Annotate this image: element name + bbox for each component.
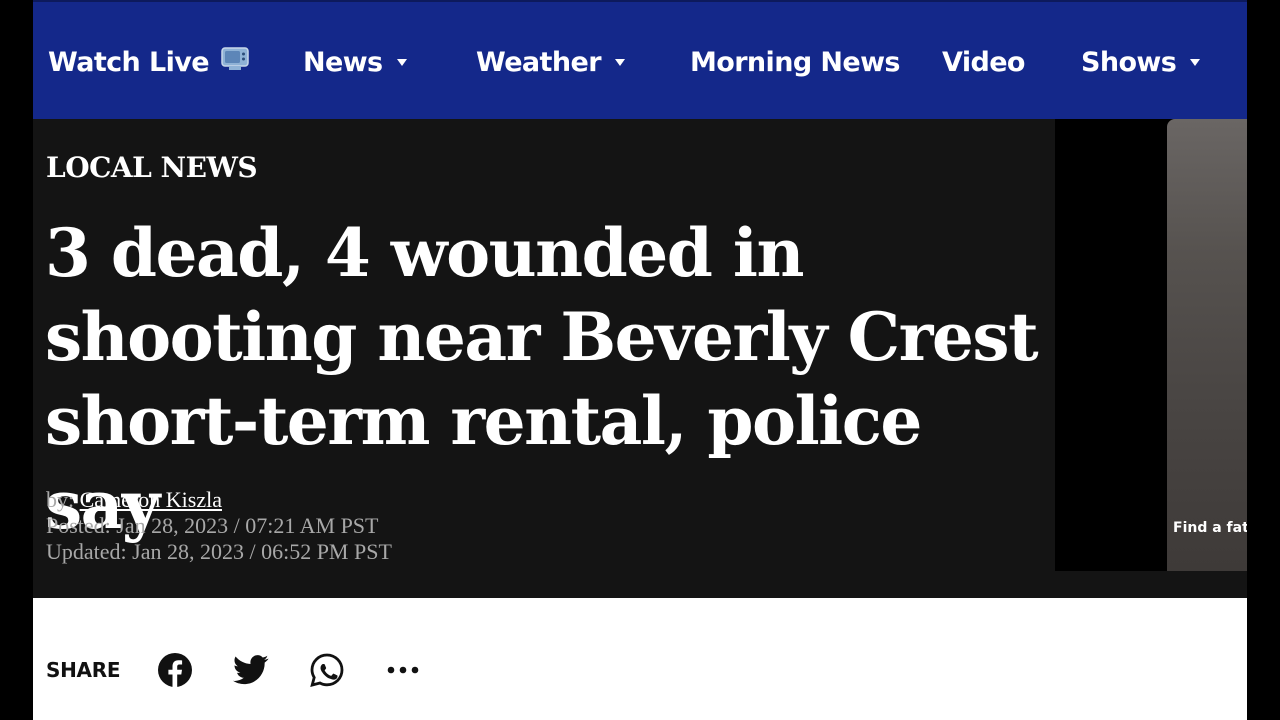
- chevron-down-icon: [1190, 58, 1201, 66]
- whatsapp-icon[interactable]: [308, 651, 346, 689]
- chevron-down-icon: [614, 58, 625, 66]
- nav-shows[interactable]: Shows: [1081, 44, 1201, 80]
- video-caption[interactable]: Find a fath: [1173, 520, 1247, 536]
- twitter-icon[interactable]: [232, 651, 270, 689]
- video-thumbnail[interactable]: [1167, 119, 1247, 571]
- posted-date: Posted: Jan 28, 2023 / 07:21 AM PST: [46, 513, 379, 538]
- updated-date: Updated: Jan 28, 2023 / 06:52 PM PST: [46, 539, 392, 564]
- author-link[interactable]: Cameron Kiszla: [80, 487, 222, 512]
- nav-morning-news[interactable]: Morning News: [690, 44, 900, 80]
- nav-weather[interactable]: Weather: [476, 44, 625, 80]
- category-label[interactable]: LOCAL NEWS: [46, 151, 258, 184]
- nav-news[interactable]: News: [303, 44, 407, 80]
- article-meta: by: Cameron Kiszla Posted: Jan 28, 2023 …: [46, 487, 392, 565]
- share-label: SHARE: [46, 658, 121, 682]
- nav-video[interactable]: Video: [942, 44, 1025, 80]
- tv-icon: [221, 46, 249, 79]
- nav-shows-label: Shows: [1081, 46, 1177, 78]
- article-hero: LOCAL NEWS 3 dead, 4 wounded in shooting…: [33, 119, 1247, 598]
- byline: by: Cameron Kiszla: [46, 487, 392, 513]
- nav-video-label: Video: [942, 46, 1025, 78]
- more-icon[interactable]: [384, 651, 422, 689]
- nav-watch-live[interactable]: Watch Live: [48, 44, 249, 80]
- share-bar: SHARE: [46, 650, 460, 690]
- video-panel: Find a fath: [1055, 119, 1247, 571]
- nav-morning-news-label: Morning News: [690, 46, 900, 78]
- byline-prefix: by:: [46, 487, 80, 512]
- nav-watch-live-label: Watch Live: [48, 46, 210, 78]
- facebook-icon[interactable]: [156, 651, 194, 689]
- nav-news-label: News: [303, 46, 383, 78]
- page: Watch Live News Weather Morning News Vid…: [33, 0, 1247, 720]
- top-nav: Watch Live News Weather Morning News Vid…: [33, 0, 1247, 119]
- nav-weather-label: Weather: [476, 46, 602, 78]
- chevron-down-icon: [396, 58, 407, 66]
